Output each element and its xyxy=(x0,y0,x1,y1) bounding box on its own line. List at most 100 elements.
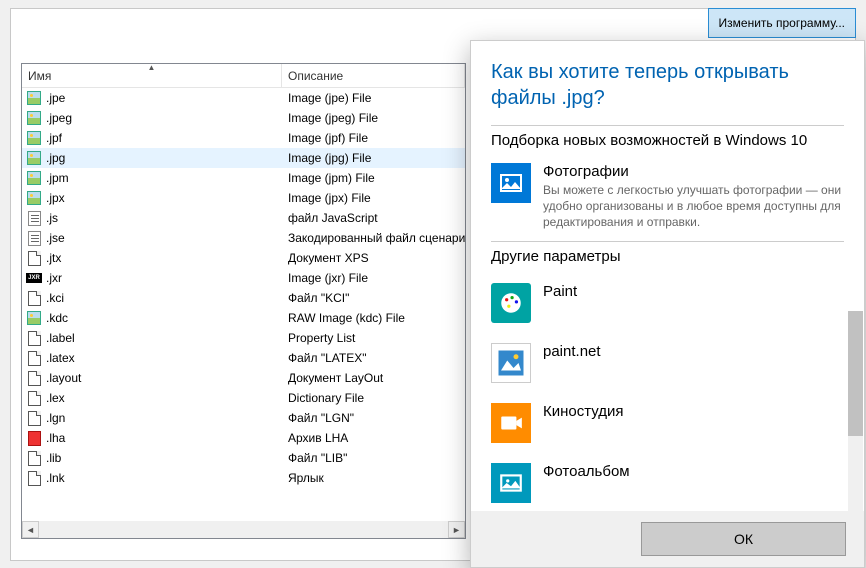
cell-description: Ярлык xyxy=(282,471,465,485)
cell-description: Image (jpf) File xyxy=(282,131,465,145)
dialog-scrollbar[interactable] xyxy=(848,311,863,521)
change-program-button[interactable]: Изменить программу... xyxy=(708,8,856,38)
extension-label: .label xyxy=(46,331,75,345)
extension-label: .latex xyxy=(46,351,75,365)
table-row[interactable]: .jsфайл JavaScript xyxy=(22,208,465,228)
column-name[interactable]: ▲ Имя xyxy=(22,64,282,87)
app-item[interactable]: paint.net xyxy=(491,333,844,393)
cell-name: JXR.jxr xyxy=(22,270,282,286)
extension-label: .kdc xyxy=(46,311,68,325)
app-item[interactable]: Фотоальбом xyxy=(491,453,844,511)
cell-name: .latex xyxy=(22,350,282,366)
extension-label: .jpg xyxy=(46,151,65,165)
table-row[interactable]: .lhaАрхив LHA xyxy=(22,428,465,448)
cell-name: .layout xyxy=(22,370,282,386)
photogallery-app-icon xyxy=(491,463,531,503)
scroll-right-button[interactable]: ► xyxy=(448,521,465,538)
table-row[interactable]: .jpeImage (jpe) File xyxy=(22,88,465,108)
cell-description: Файл "KCI" xyxy=(282,291,465,305)
table-row[interactable]: .labelProperty List xyxy=(22,328,465,348)
table-row[interactable]: .jpg Image (jpg) File xyxy=(22,148,465,168)
app-item-photos[interactable]: Фотографии Вы можете с легкостью улучшат… xyxy=(491,157,844,241)
cell-name: .jtx xyxy=(22,250,282,266)
table-row[interactable]: .jpmImage (jpm) File xyxy=(22,168,465,188)
table-row[interactable]: .lex Dictionary File xyxy=(22,388,465,408)
generic-file-icon xyxy=(26,410,42,426)
cell-name: .label xyxy=(22,330,282,346)
extension-label: .lex xyxy=(46,391,65,405)
open-with-dialog: Как вы хотите теперь открывать файлы .jp… xyxy=(470,40,865,568)
image-file-icon xyxy=(26,310,42,326)
image-file-icon xyxy=(26,110,42,126)
generic-file-icon xyxy=(26,470,42,486)
generic-file-icon xyxy=(26,330,42,346)
extension-label: .kci xyxy=(46,291,64,305)
table-row[interactable]: .layoutДокумент LayOut xyxy=(22,368,465,388)
script-file-icon xyxy=(26,210,42,226)
table-row[interactable]: .kci Файл "KCI" xyxy=(22,288,465,308)
cell-description: Dictionary File xyxy=(282,391,465,405)
dialog-title: Как вы хотите теперь открывать файлы .jp… xyxy=(491,59,844,111)
extension-label: .jse xyxy=(46,231,65,245)
extension-label: .lgn xyxy=(46,411,65,425)
image-file-icon xyxy=(26,170,42,186)
cell-name: .lgn xyxy=(22,410,282,426)
sort-ascending-icon: ▲ xyxy=(148,63,156,72)
app-item[interactable]: Paint xyxy=(491,273,844,333)
extension-label: .jpeg xyxy=(46,111,72,125)
cell-name: .jse xyxy=(22,230,282,246)
table-row[interactable]: .lib Файл "LIB" xyxy=(22,448,465,468)
table-body: .jpeImage (jpe) File .jpeg Image (jpeg) Fi… xyxy=(22,88,465,488)
archive-file-icon xyxy=(26,430,42,446)
cell-name: .jpeg xyxy=(22,110,282,126)
cell-name: .kci xyxy=(22,290,282,306)
cell-name: .jpm xyxy=(22,170,282,186)
table-row[interactable]: .lnkЯрлык xyxy=(22,468,465,488)
table-row[interactable]: .lgn Файл "LGN" xyxy=(22,408,465,428)
table-row[interactable]: JXR.jxrImage (jxr) File xyxy=(22,268,465,288)
table-row[interactable]: .jtxДокумент XPS xyxy=(22,248,465,268)
cell-description: Файл "LGN" xyxy=(282,411,465,425)
cell-description: Документ XPS xyxy=(282,251,465,265)
generic-file-icon xyxy=(26,450,42,466)
generic-file-icon xyxy=(26,250,42,266)
cell-description: Image (jpx) File xyxy=(282,191,465,205)
table-row[interactable]: .jpeg Image (jpeg) File xyxy=(22,108,465,128)
cell-description: Image (jpg) File xyxy=(282,151,465,165)
app-description: Вы можете с легкостью улучшать фотографи… xyxy=(543,182,844,231)
ok-button[interactable]: ОК xyxy=(641,522,846,556)
horizontal-scrollbar[interactable]: ◄ ► xyxy=(22,521,465,538)
cell-description: Закодированный файл сценария xyxy=(282,231,465,245)
generic-file-icon xyxy=(26,390,42,406)
image-file-icon xyxy=(26,190,42,206)
cell-name: .lib xyxy=(22,450,282,466)
table-row[interactable]: .kdcRAW Image (kdc) File xyxy=(22,308,465,328)
file-type-list: ▲ Имя Описание .jpeImage (jpe) File.jpeg… xyxy=(21,63,466,539)
scroll-track[interactable] xyxy=(39,521,448,538)
extension-label: .lib xyxy=(46,451,61,465)
column-description[interactable]: Описание xyxy=(282,64,465,87)
cell-description: Image (jpeg) File xyxy=(282,111,465,125)
table-row[interactable]: .jpxImage (jpx) File xyxy=(22,188,465,208)
cell-description: Файл "LIB" xyxy=(282,451,465,465)
extension-label: .jpm xyxy=(46,171,69,185)
table-row[interactable]: .jse Закодированный файл сценария xyxy=(22,228,465,248)
extension-label: .jxr xyxy=(46,271,62,285)
cell-name: .lnk xyxy=(22,470,282,486)
cell-description: Документ LayOut xyxy=(282,371,465,385)
cell-name: .kdc xyxy=(22,310,282,326)
table-row[interactable]: .jpfImage (jpf) File xyxy=(22,128,465,148)
cell-name: .lha xyxy=(22,430,282,446)
image-file-icon xyxy=(26,90,42,106)
moviemaker-app-icon xyxy=(491,403,531,443)
extension-label: .js xyxy=(46,211,58,225)
scroll-left-button[interactable]: ◄ xyxy=(22,521,39,538)
cell-description: Файл "LATEX" xyxy=(282,351,465,365)
cell-description: Image (jxr) File xyxy=(282,271,465,285)
scrollbar-thumb[interactable] xyxy=(848,311,863,436)
app-name: Фотографии xyxy=(543,163,844,180)
cell-description: Image (jpe) File xyxy=(282,91,465,105)
app-item[interactable]: Киностудия xyxy=(491,393,844,453)
generic-file-icon xyxy=(26,370,42,386)
table-row[interactable]: .latex Файл "LATEX" xyxy=(22,348,465,368)
